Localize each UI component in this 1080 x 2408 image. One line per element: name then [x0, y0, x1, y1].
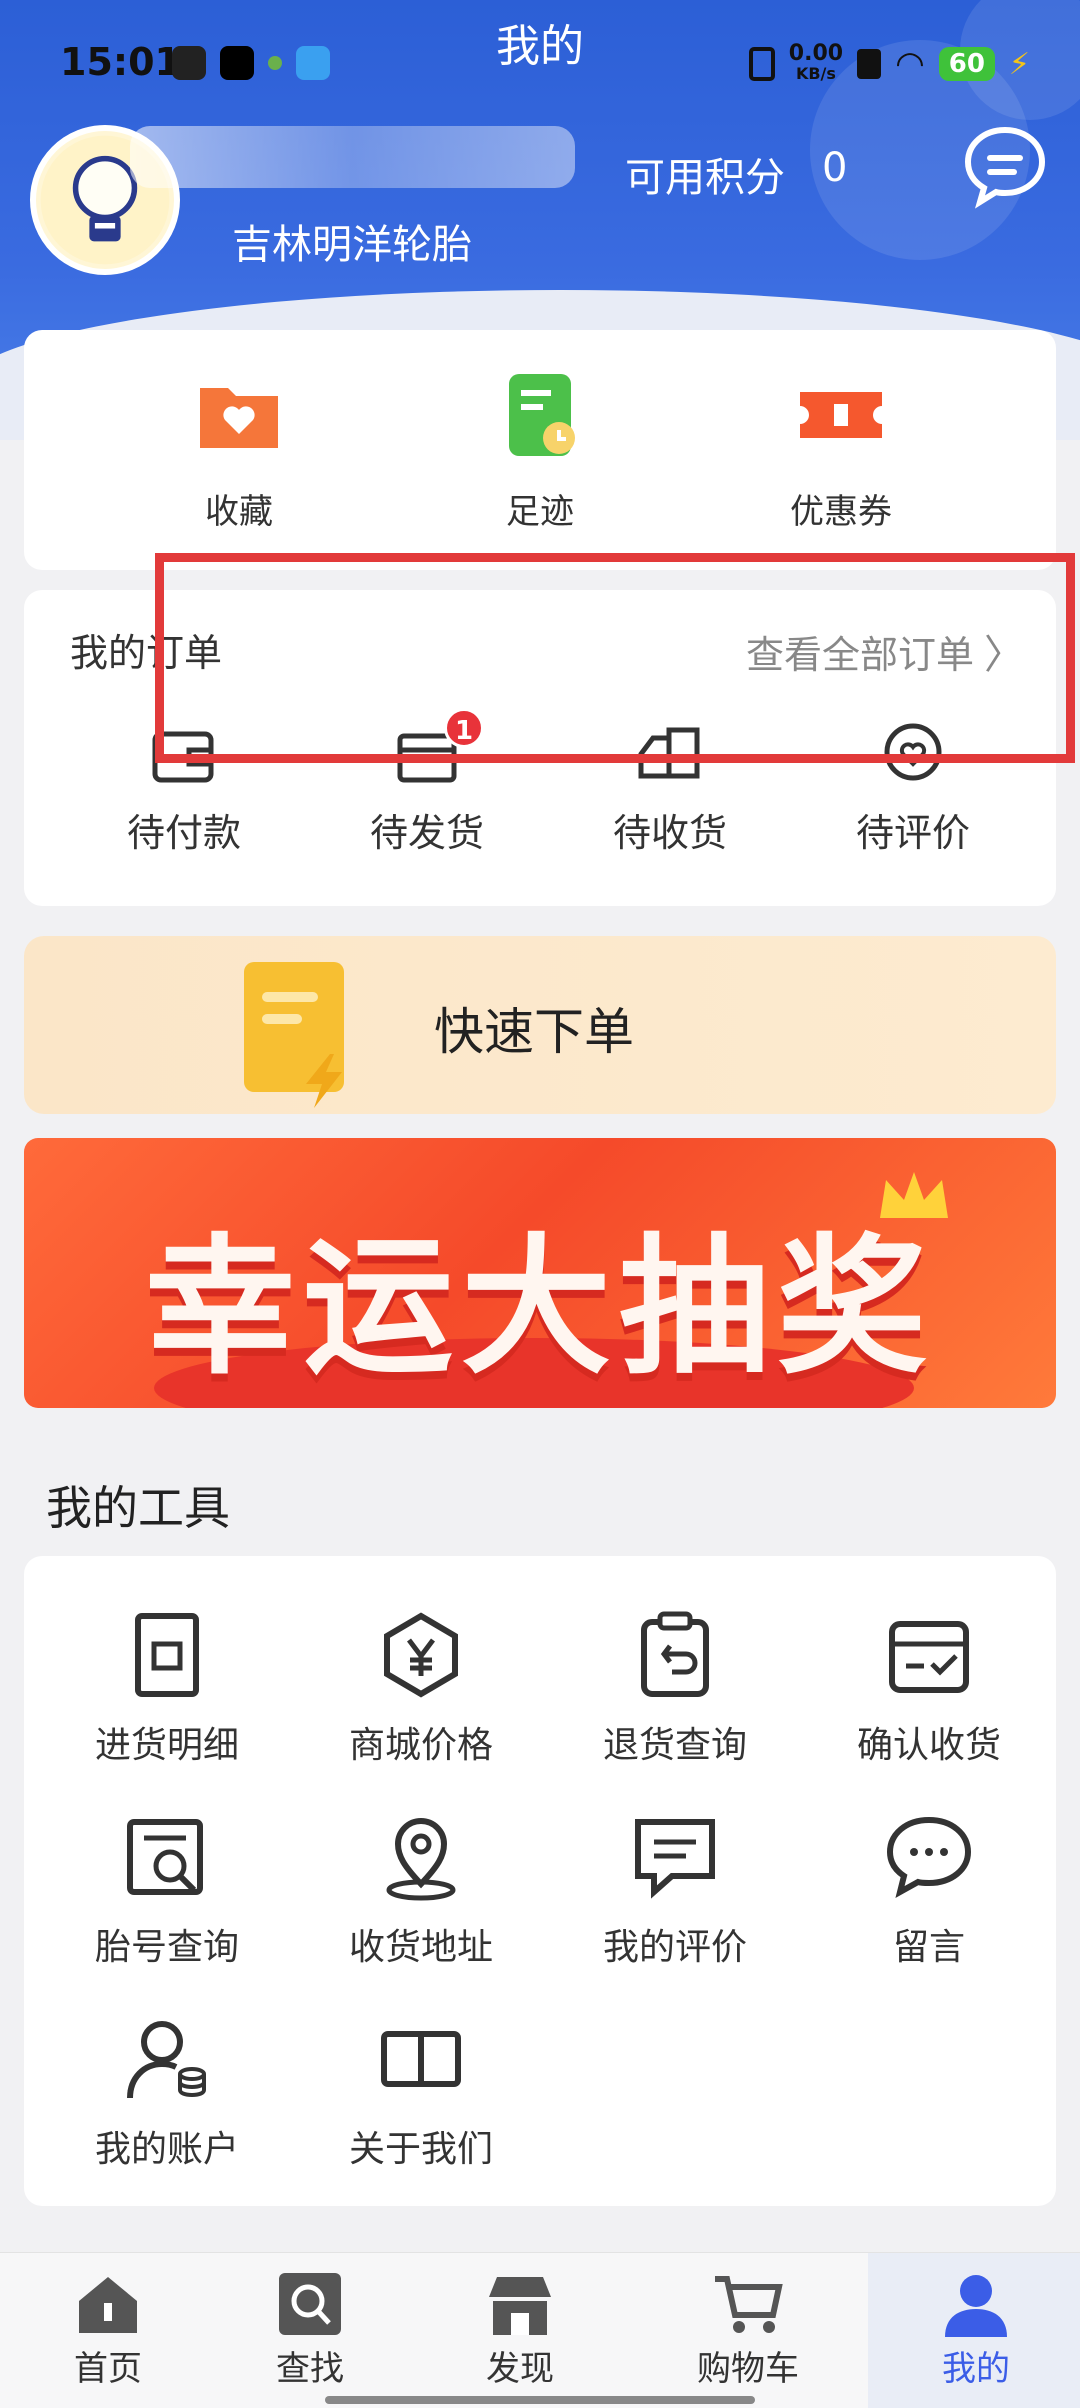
return-clipboard-icon	[630, 1610, 720, 1700]
shortcut-coupons[interactable]: 优惠券	[731, 370, 951, 533]
tab-label: 发现	[486, 2349, 554, 2389]
coupon-icon	[796, 370, 886, 460]
username-redacted	[130, 126, 575, 188]
tool-shipping-address[interactable]: 收货地址	[296, 1812, 546, 1970]
cart-icon	[713, 2273, 783, 2337]
order-label: 待付款	[126, 811, 241, 855]
shortcuts-card: 收藏 足迹 优惠券	[24, 330, 1056, 570]
tools-card: 进货明细 商城价格 退货查询 确认收货 胎号查询 收货地址 我的评价 留言 我的…	[24, 1556, 1056, 2206]
tool-label: 确认收货	[856, 1725, 1001, 1766]
quick-order-banner[interactable]: 快速下单	[24, 936, 1056, 1114]
lucky-draw-banner[interactable]: 幸运大抽奖	[24, 1138, 1056, 1408]
home-icon	[73, 2273, 143, 2337]
location-pin-icon	[376, 1812, 466, 1902]
tool-leave-message[interactable]: 留言	[804, 1812, 1054, 1970]
shortcut-favorites[interactable]: 收藏	[129, 370, 349, 533]
tool-mall-price[interactable]: 商城价格	[296, 1610, 546, 1768]
shortcut-label: 收藏	[205, 492, 273, 532]
favorite-folder-icon	[194, 370, 284, 460]
tool-label: 胎号查询	[94, 1927, 239, 1968]
tool-label: 我的评价	[602, 1927, 747, 1968]
chat-icon	[964, 126, 1046, 209]
footprint-icon	[495, 370, 585, 460]
tool-label: 收货地址	[348, 1927, 493, 1968]
tool-label: 进货明细	[94, 1725, 239, 1766]
message-button[interactable]	[960, 120, 1050, 210]
tool-label: 留言	[892, 1927, 965, 1968]
tool-label: 我的账户	[94, 2129, 239, 2170]
order-label: 待发货	[369, 811, 484, 855]
purchase-detail-icon	[122, 1610, 212, 1700]
quick-order-doc-icon	[234, 958, 364, 1108]
tool-label: 商城价格	[348, 1725, 493, 1766]
tool-about-us[interactable]: 关于我们	[296, 2014, 546, 2172]
points-label: 可用积分	[625, 155, 785, 201]
tab-cart[interactable]: 购物车	[640, 2273, 856, 2390]
points-value: 0	[822, 145, 848, 191]
tire-search-icon	[122, 1812, 212, 1902]
tab-label: 购物车	[697, 2349, 799, 2389]
shortcut-footprint[interactable]: 足迹	[430, 370, 650, 533]
comment-icon	[630, 1812, 720, 1902]
tab-label: 查找	[276, 2349, 344, 2389]
tab-home[interactable]: 首页	[0, 2273, 216, 2390]
quick-order-label: 快速下单	[434, 1003, 634, 1061]
crown-icon	[880, 1172, 948, 1218]
shortcut-label: 足迹	[506, 492, 574, 532]
price-yen-icon	[376, 1610, 466, 1700]
bottom-tab-bar: 首页 查找 发现 购物车 我的	[0, 2252, 1080, 2408]
order-label: 待评价	[855, 811, 970, 855]
user-icon	[941, 2273, 1011, 2337]
store-name: 吉林明洋轮胎	[232, 222, 472, 268]
tool-purchase-detail[interactable]: 进货明细	[42, 1610, 292, 1768]
page-title: 我的	[496, 21, 584, 72]
tab-me[interactable]: 我的	[868, 2253, 1080, 2408]
tool-label: 退货查询	[602, 1725, 747, 1766]
tool-label: 关于我们	[348, 2129, 493, 2170]
shortcut-label: 优惠券	[790, 492, 892, 532]
search-icon	[275, 2273, 345, 2337]
tool-confirm-receipt[interactable]: 确认收货	[804, 1610, 1054, 1768]
tab-label: 首页	[74, 2349, 142, 2389]
tools-title: 我的工具	[46, 1481, 230, 1535]
tab-label: 我的	[942, 2349, 1010, 2389]
book-icon	[376, 2014, 466, 2104]
tool-return-query[interactable]: 退货查询	[550, 1610, 800, 1768]
account-user-icon	[122, 2014, 212, 2104]
message-bubble-icon	[884, 1812, 974, 1902]
tab-search[interactable]: 查找	[202, 2273, 418, 2390]
tool-tire-number-query[interactable]: 胎号查询	[42, 1812, 292, 1970]
tab-discover[interactable]: 发现	[412, 2273, 628, 2390]
tool-my-reviews[interactable]: 我的评价	[550, 1812, 800, 1970]
gesture-home-indicator[interactable]	[325, 2396, 755, 2404]
order-label: 待收货	[612, 811, 727, 855]
tool-my-account[interactable]: 我的账户	[42, 2014, 292, 2172]
highlight-annotation-box	[155, 553, 1075, 763]
confirm-receipt-icon	[884, 1610, 974, 1700]
store-icon	[485, 2273, 555, 2337]
